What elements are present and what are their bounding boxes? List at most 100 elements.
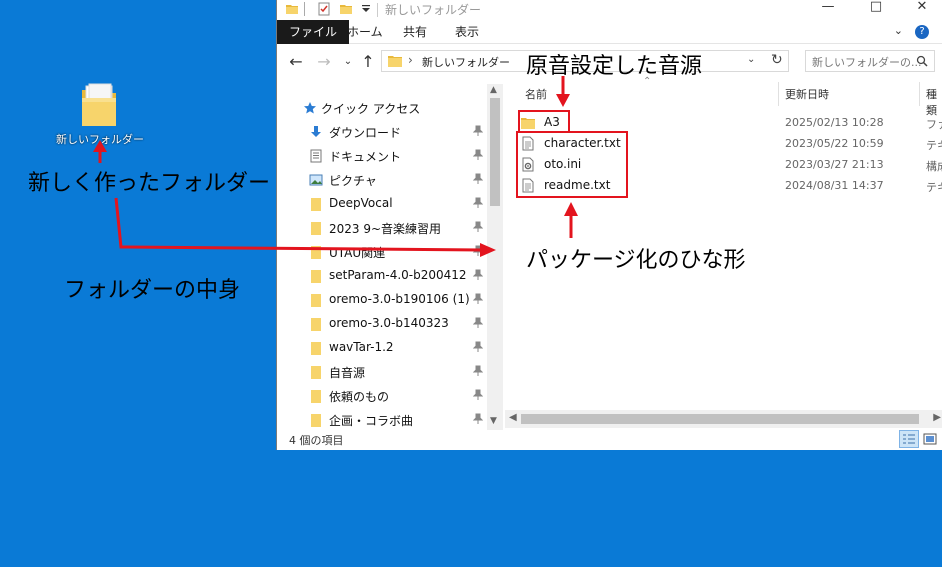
new-folder-icon[interactable] bbox=[339, 2, 353, 16]
search-input[interactable]: 新しいフォルダーの... bbox=[812, 54, 922, 70]
scroll-up-icon[interactable]: ▲ bbox=[490, 85, 497, 95]
close-button[interactable]: ✕ bbox=[899, 0, 942, 20]
desktop-folder-icon[interactable] bbox=[80, 82, 118, 128]
properties-icon[interactable] bbox=[317, 2, 331, 16]
recent-chevron-icon[interactable]: ⌄ bbox=[339, 53, 357, 71]
nav-item-oremo-140323[interactable]: oremo-3.0-b140323 bbox=[277, 312, 489, 336]
nav-item-music-practice[interactable]: 2023 9~音楽練習用 bbox=[277, 216, 489, 240]
nav-item-label: ピクチャ bbox=[329, 174, 377, 188]
nav-item-label: oremo-3.0-b190106 (1) bbox=[329, 292, 470, 306]
nav-item-deepvocal[interactable]: DeepVocal bbox=[277, 192, 489, 216]
pin-icon[interactable] bbox=[473, 413, 483, 425]
large-icons-view-icon[interactable] bbox=[923, 432, 937, 446]
file-modified: 2023/05/22 10:59 bbox=[785, 137, 884, 150]
file-type: 構成 bbox=[926, 160, 942, 173]
title-bar: 新しいフォルダー — □ ✕ bbox=[277, 0, 942, 20]
column-divider[interactable] bbox=[919, 82, 920, 106]
tab-share[interactable]: 共有 bbox=[393, 20, 437, 44]
navigation-pane: クイック アクセス ダウンロード ドキュメント ピクチャ DeepVocal 2… bbox=[277, 82, 503, 430]
title-separator bbox=[377, 3, 378, 17]
scroll-left-icon[interactable]: ◀ bbox=[509, 412, 517, 423]
column-name[interactable]: 名前 bbox=[525, 86, 547, 102]
details-view-icon bbox=[903, 434, 915, 444]
tab-home[interactable]: ホーム bbox=[337, 20, 393, 44]
nav-item-wavtar[interactable]: wavTar-1.2 bbox=[277, 336, 489, 360]
file-type: テキ bbox=[926, 139, 942, 152]
nav-pane-scrollbar[interactable]: ▲ ▼ bbox=[487, 84, 503, 430]
column-divider[interactable] bbox=[778, 82, 779, 106]
pin-icon[interactable] bbox=[473, 173, 483, 185]
help-icon[interactable]: ? bbox=[915, 25, 929, 39]
pin-icon[interactable] bbox=[473, 221, 483, 233]
nav-item-setparam[interactable]: setParam-4.0-b200412 bbox=[277, 264, 489, 288]
desktop-folder-label[interactable]: 新しいフォルダー bbox=[52, 131, 148, 147]
details-view-button[interactable] bbox=[899, 430, 919, 448]
nav-item-label: DeepVocal bbox=[329, 196, 393, 210]
annotation-box-a3 bbox=[518, 110, 570, 133]
pin-icon[interactable] bbox=[473, 149, 483, 161]
forward-arrow-icon[interactable]: → bbox=[315, 53, 333, 71]
nav-item-collab[interactable]: 企画・コラボ曲 bbox=[277, 408, 489, 430]
nav-item-label: 2023 9~音楽練習用 bbox=[329, 222, 442, 236]
folder-icon bbox=[311, 222, 321, 235]
folder-icon bbox=[311, 246, 321, 259]
annotation-new-folder: 新しく作ったフォルダー bbox=[28, 171, 271, 196]
up-arrow-icon[interactable]: ↑ bbox=[359, 53, 377, 71]
item-count: 4 個の項目 bbox=[289, 434, 344, 447]
file-type: テキ bbox=[926, 181, 942, 194]
pin-icon[interactable] bbox=[473, 365, 483, 377]
minimize-button[interactable]: — bbox=[805, 0, 851, 20]
nav-item-downloads[interactable]: ダウンロード bbox=[277, 120, 489, 144]
scroll-right-icon[interactable]: ▶ bbox=[933, 412, 941, 423]
folder-icon bbox=[311, 318, 321, 331]
nav-item-documents[interactable]: ドキュメント bbox=[277, 144, 489, 168]
nav-item-oremo-190106[interactable]: oremo-3.0-b190106 (1) bbox=[277, 288, 489, 312]
status-bar: 4 個の項目 bbox=[277, 430, 942, 450]
document-icon bbox=[310, 149, 322, 163]
star-icon bbox=[304, 102, 316, 114]
nav-quick-access[interactable]: クイック アクセス bbox=[277, 96, 489, 120]
maximize-button[interactable]: □ bbox=[853, 0, 899, 20]
folder-icon bbox=[311, 198, 321, 211]
nav-item-pictures[interactable]: ピクチャ bbox=[277, 168, 489, 192]
annotation-package-template: パッケージ化のひな形 bbox=[526, 248, 746, 273]
file-modified: 2025/02/13 10:28 bbox=[785, 116, 884, 129]
scrollbar-thumb[interactable] bbox=[490, 98, 500, 206]
file-row-a3[interactable]: A3 2025/02/13 10:28 ファ bbox=[513, 112, 942, 133]
scroll-down-icon[interactable]: ▼ bbox=[490, 416, 497, 426]
toolbar-divider-icon bbox=[304, 2, 305, 16]
nav-item-utau[interactable]: UTAU関連 bbox=[277, 240, 489, 264]
folder-icon bbox=[388, 56, 402, 67]
search-icon[interactable] bbox=[916, 55, 928, 67]
nav-item-label: oremo-3.0-b140323 bbox=[329, 316, 449, 330]
refresh-icon[interactable]: ↻ bbox=[771, 52, 783, 68]
tab-view[interactable]: 表示 bbox=[445, 20, 489, 44]
nav-item-own-voicebank[interactable]: 自音源 bbox=[277, 360, 489, 384]
pin-icon[interactable] bbox=[473, 125, 483, 137]
scrollbar-thumb[interactable] bbox=[521, 414, 919, 424]
pin-icon[interactable] bbox=[473, 389, 483, 401]
pin-icon[interactable] bbox=[473, 293, 483, 305]
chevron-down-icon[interactable] bbox=[359, 2, 373, 16]
folder-icon bbox=[311, 414, 321, 427]
annotation-voicebank-source: 原音設定した音源 bbox=[526, 54, 703, 79]
content-horizontal-scrollbar[interactable]: ◀ ▶ bbox=[505, 410, 942, 428]
address-dropdown-icon[interactable]: ⌄ bbox=[747, 54, 755, 65]
search-box[interactable]: 新しいフォルダーの... bbox=[805, 50, 935, 72]
file-modified: 2023/03/27 21:13 bbox=[785, 158, 884, 171]
nav-item-requests[interactable]: 依頼のもの bbox=[277, 384, 489, 408]
address-path[interactable]: 新しいフォルダー bbox=[422, 54, 510, 70]
annotation-folder-contents: フォルダーの中身 bbox=[64, 278, 241, 303]
pin-icon[interactable] bbox=[473, 341, 483, 353]
breadcrumb-arrow-icon[interactable]: › bbox=[408, 53, 413, 67]
pin-icon[interactable] bbox=[473, 245, 483, 257]
nav-item-label: ダウンロード bbox=[329, 126, 402, 140]
column-modified[interactable]: 更新日時 bbox=[785, 86, 829, 102]
pin-icon[interactable] bbox=[473, 317, 483, 329]
pin-icon[interactable] bbox=[473, 269, 483, 281]
nav-item-label: ドキュメント bbox=[329, 150, 402, 164]
back-arrow-icon[interactable]: ← bbox=[287, 53, 305, 71]
pin-icon[interactable] bbox=[473, 197, 483, 209]
file-modified: 2024/08/31 14:37 bbox=[785, 179, 884, 192]
ribbon-expand-icon[interactable]: ⌄ bbox=[894, 24, 903, 37]
